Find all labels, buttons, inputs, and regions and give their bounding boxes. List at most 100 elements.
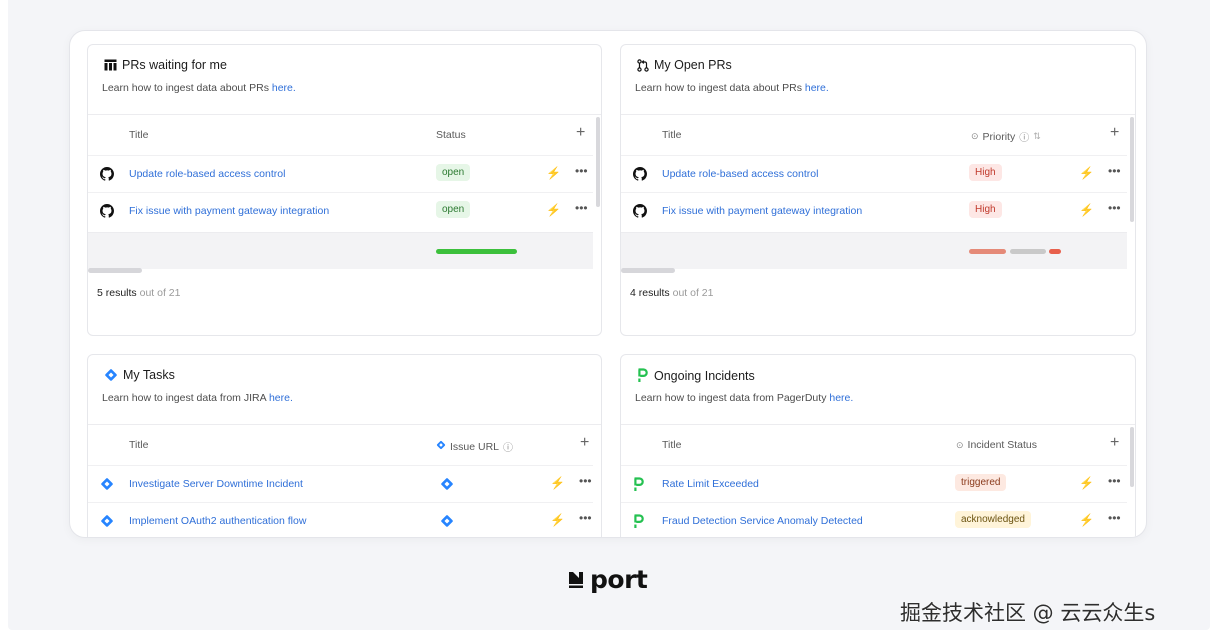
horizontal-scrollbar[interactable]	[621, 268, 675, 273]
pagerduty-icon	[633, 477, 647, 491]
lightning-icon[interactable]: ⚡	[1079, 166, 1094, 180]
ingest-help-link[interactable]: here.	[269, 392, 293, 404]
add-column-button[interactable]: +	[1110, 124, 1119, 142]
table-row[interactable]: Implement OAuth2 authentication flow ⚡ •…	[88, 502, 593, 537]
table-icon	[104, 59, 117, 71]
row-title-link[interactable]: Fix issue with payment gateway integrati…	[662, 205, 862, 217]
table-row[interactable]: Fix issue with payment gateway integrati…	[88, 192, 593, 229]
add-column-button[interactable]: +	[576, 124, 585, 142]
table-header: Title Issue URL ⓘ +	[88, 425, 593, 465]
column-priority[interactable]: ⊙ Priority ⓘ ⇅	[971, 129, 1041, 145]
ingest-help-link[interactable]: here.	[272, 82, 296, 94]
more-horizontal-icon[interactable]: •••	[1108, 511, 1121, 525]
row-title-link[interactable]: Fix issue with payment gateway integrati…	[129, 205, 329, 217]
table-row[interactable]: Fraud Detection Service Anomaly Detected…	[621, 502, 1127, 537]
status-badge: open	[436, 164, 471, 181]
row-title-link[interactable]: Implement OAuth2 authentication flow	[129, 515, 306, 527]
column-title[interactable]: Title	[129, 439, 148, 451]
pagerduty-icon	[637, 368, 649, 383]
results-count: 4 results out of 21	[630, 287, 714, 299]
widget-header: Ongoing Incidents Learn how to ingest da…	[621, 355, 1135, 425]
pagerduty-icon	[633, 514, 647, 528]
widget-subtitle: Learn how to ingest data from PagerDuty …	[635, 392, 854, 404]
row-title-link[interactable]: Update role-based access control	[662, 168, 818, 180]
widget-ongoing-incidents: Ongoing Incidents Learn how to ingest da…	[620, 354, 1136, 537]
table-row[interactable]: Update role-based access control High ⚡ …	[621, 155, 1127, 192]
more-horizontal-icon[interactable]: •••	[575, 201, 588, 215]
port-logo-mark-icon	[569, 571, 583, 588]
column-issue-url[interactable]: Issue URL ⓘ	[436, 439, 513, 454]
add-column-button[interactable]: +	[1110, 434, 1119, 452]
column-incident-status[interactable]: ⊙ Incident Status	[956, 439, 1037, 451]
issue-url-icon[interactable]	[440, 514, 454, 531]
port-logo: port	[567, 565, 648, 594]
lightning-icon[interactable]: ⚡	[546, 203, 561, 217]
git-pull-request-icon	[637, 58, 649, 72]
lightning-icon[interactable]: ⚡	[1079, 476, 1094, 490]
table-header: Title ⊙ Priority ⓘ ⇅ +	[621, 115, 1127, 155]
more-horizontal-icon[interactable]: •••	[1108, 474, 1121, 488]
more-horizontal-icon[interactable]: •••	[1108, 164, 1121, 178]
issue-url-icon[interactable]	[440, 477, 454, 494]
more-horizontal-icon[interactable]: •••	[579, 474, 592, 488]
vertical-scrollbar[interactable]	[1130, 117, 1134, 222]
more-horizontal-icon[interactable]: •••	[575, 164, 588, 178]
lightning-icon[interactable]: ⚡	[1079, 513, 1094, 527]
vertical-scrollbar[interactable]	[1130, 427, 1134, 487]
column-title[interactable]: Title	[662, 129, 681, 141]
table-row[interactable]: Update role-based access control open ⚡ …	[88, 155, 593, 192]
priority-badge: High	[969, 164, 1002, 181]
row-title-link[interactable]: Rate Limit Exceeded	[662, 478, 759, 490]
column-title[interactable]: Title	[662, 439, 681, 451]
lightning-icon[interactable]: ⚡	[550, 513, 565, 527]
table-row[interactable]: Investigate Server Downtime Incident ⚡ •…	[88, 465, 593, 502]
status-distribution-bar	[436, 249, 517, 254]
column-status[interactable]: Status	[436, 129, 466, 141]
jira-icon	[100, 514, 114, 528]
widget-subtitle: Learn how to ingest data from JIRA here.	[102, 392, 293, 404]
priority-badge: High	[969, 201, 1002, 218]
table-row[interactable]: Fix issue with payment gateway integrati…	[621, 192, 1127, 229]
priority-bar-segment	[969, 249, 1006, 254]
add-column-button[interactable]: +	[580, 434, 589, 452]
table-header: Title Status +	[88, 115, 593, 155]
jira-icon	[104, 368, 118, 382]
horizontal-scrollbar[interactable]	[88, 268, 142, 273]
summary-row	[88, 232, 593, 269]
status-column-icon: ⊙	[956, 439, 964, 450]
github-icon	[633, 167, 647, 181]
column-title[interactable]: Title	[129, 129, 148, 141]
info-icon: ⓘ	[1019, 133, 1030, 144]
widget-title: Ongoing Incidents	[637, 368, 755, 383]
table-row[interactable]: Rate Limit Exceeded triggered ⚡ •••	[621, 465, 1127, 502]
incident-status-badge: acknowledged	[955, 511, 1031, 528]
row-title-link[interactable]: Update role-based access control	[129, 168, 285, 180]
summary-row	[621, 232, 1127, 269]
priority-bar-segment	[1049, 249, 1061, 254]
github-icon	[100, 167, 114, 181]
github-icon	[633, 204, 647, 218]
widget-header: My Tasks Learn how to ingest data from J…	[88, 355, 601, 425]
more-horizontal-icon[interactable]: •••	[1108, 201, 1121, 215]
priority-bar-segment	[1010, 249, 1046, 254]
row-title-link[interactable]: Fraud Detection Service Anomaly Detected	[662, 515, 863, 527]
status-badge: open	[436, 201, 471, 218]
row-title-link[interactable]: Investigate Server Downtime Incident	[129, 478, 303, 490]
github-icon	[100, 204, 114, 218]
lightning-icon[interactable]: ⚡	[550, 476, 565, 490]
widget-header: My Open PRs Learn how to ingest data abo…	[621, 45, 1135, 115]
widget-my-tasks: My Tasks Learn how to ingest data from J…	[87, 354, 602, 537]
ingest-help-link[interactable]: here.	[805, 82, 829, 94]
vertical-scrollbar[interactable]	[596, 117, 600, 207]
widget-title: My Open PRs	[637, 58, 732, 72]
ingest-help-link[interactable]: here.	[829, 392, 853, 404]
lightning-icon[interactable]: ⚡	[546, 166, 561, 180]
watermark-text: 掘金技术社区 @ 云云众生s	[900, 601, 1156, 625]
more-horizontal-icon[interactable]: •••	[579, 511, 592, 525]
widget-title: PRs waiting for me	[104, 58, 227, 72]
widget-header: PRs waiting for me Learn how to ingest d…	[88, 45, 601, 115]
sort-icon[interactable]: ⇅	[1033, 131, 1041, 142]
jira-icon	[100, 477, 114, 491]
dashboard-frame: PRs waiting for me Learn how to ingest d…	[69, 30, 1147, 538]
lightning-icon[interactable]: ⚡	[1079, 203, 1094, 217]
